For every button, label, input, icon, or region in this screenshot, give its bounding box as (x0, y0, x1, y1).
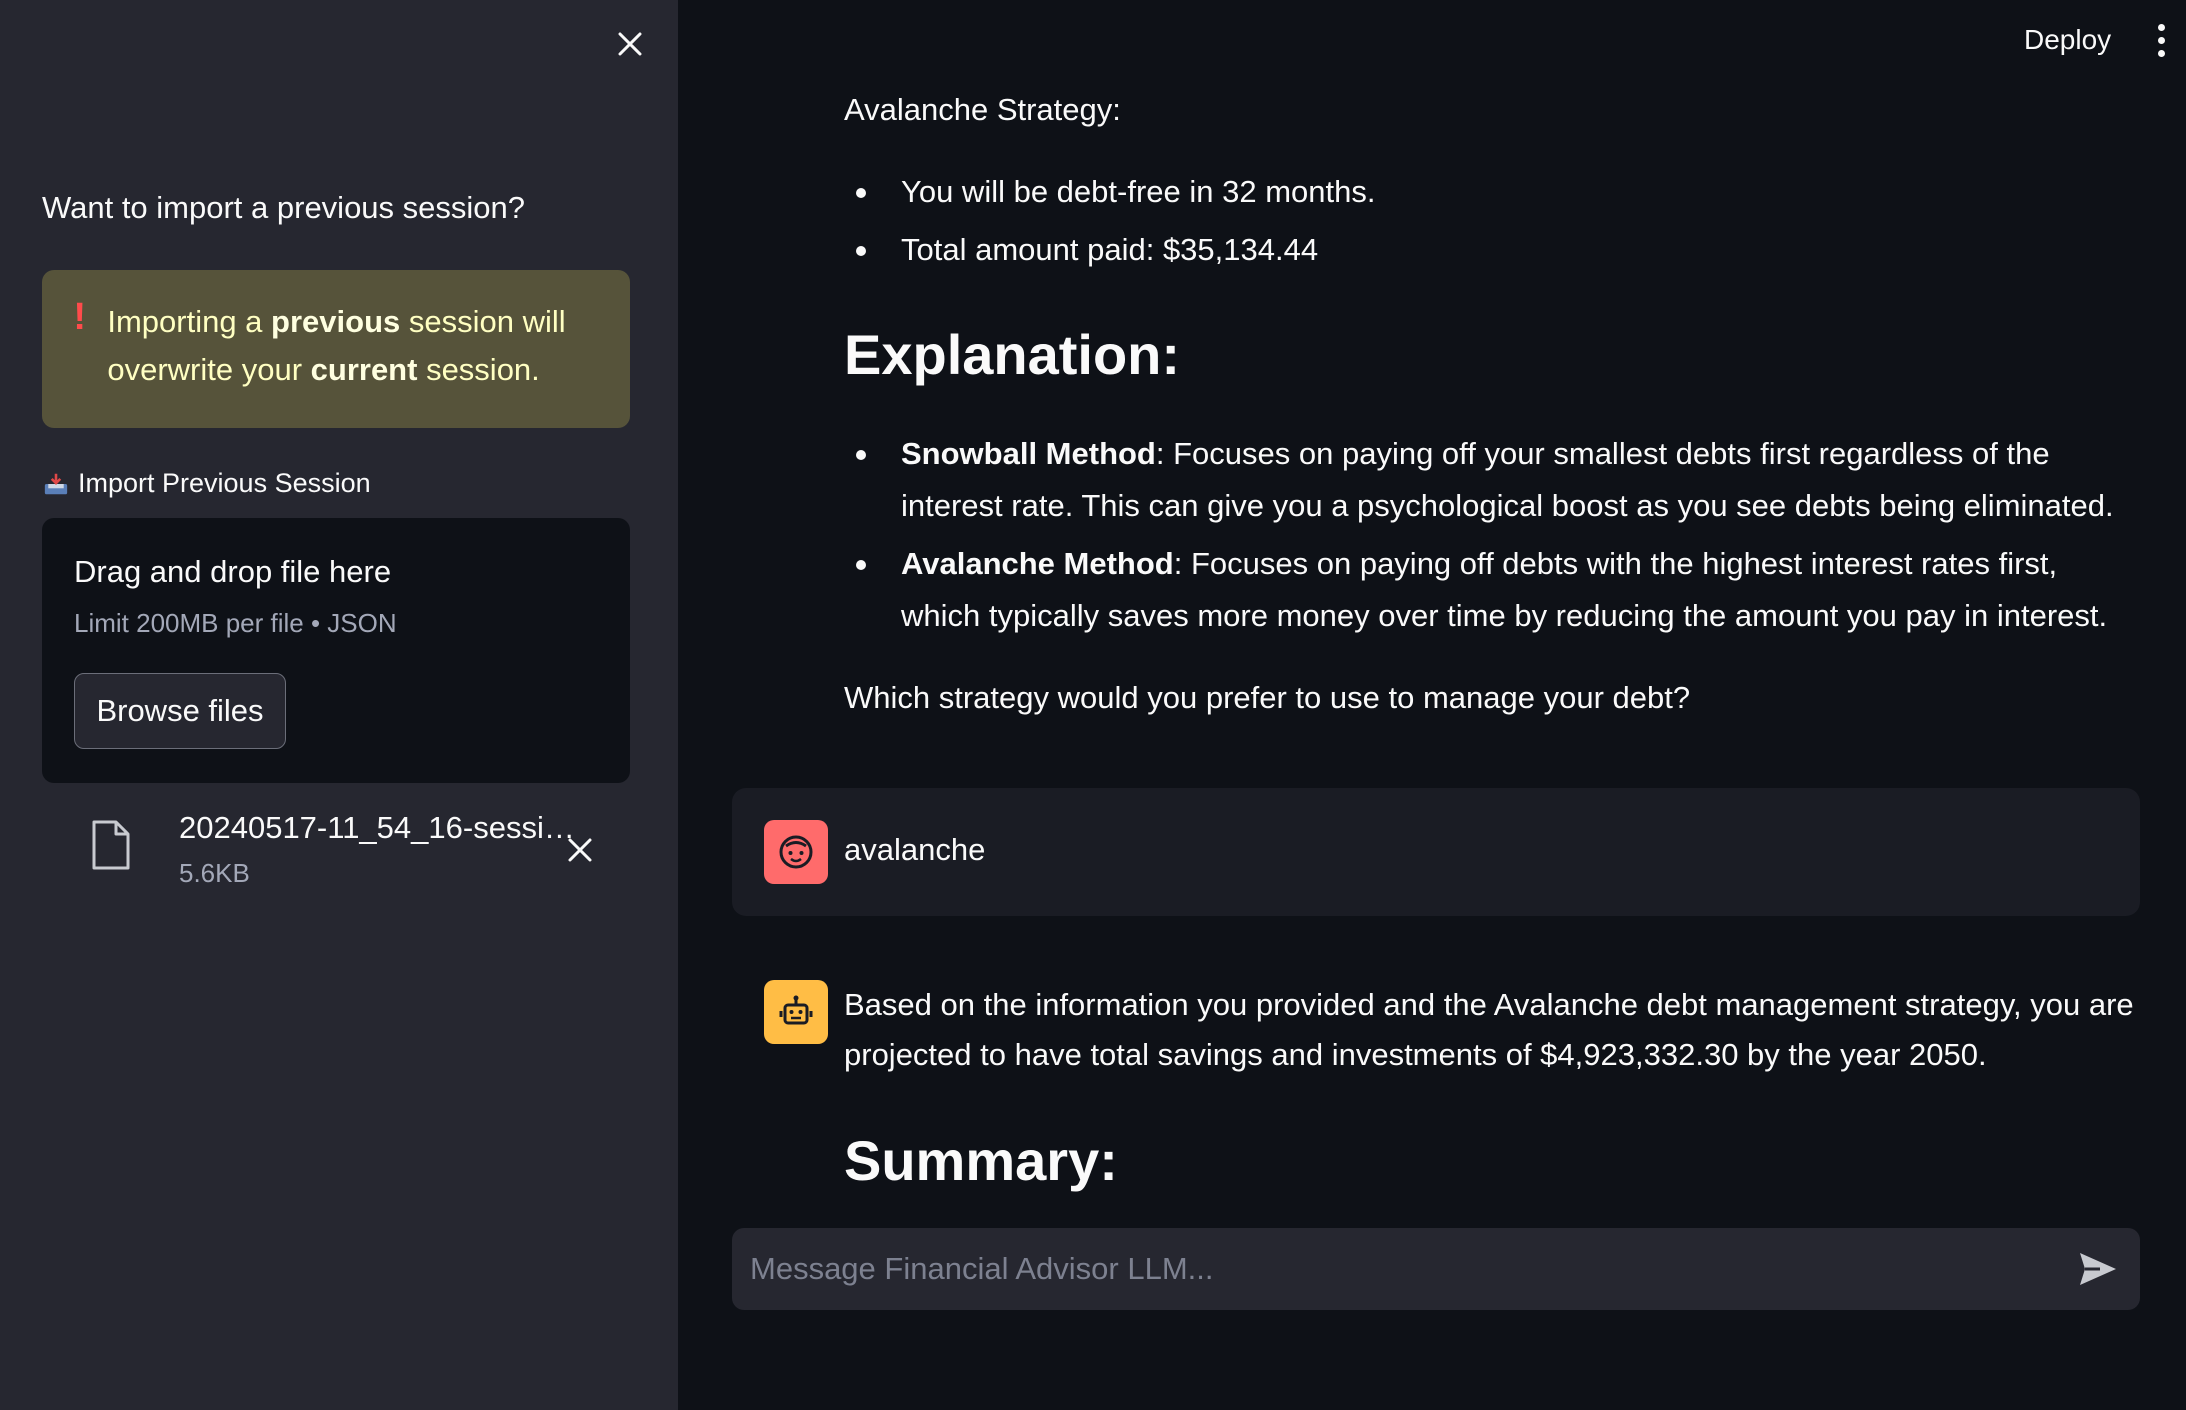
warning-alert: ! Importing a previous session will over… (42, 270, 630, 428)
user-message-text: avalanche (844, 832, 986, 867)
strategy-question: Which strategy would you prefer to use t… (844, 680, 1691, 715)
remove-file-button[interactable] (560, 830, 600, 870)
warning-text: Importing a previous session will overwr… (107, 304, 566, 387)
bot-avatar (764, 980, 828, 1044)
deploy-button[interactable]: Deploy (2010, 18, 2125, 62)
file-name: 20240517-11_54_16-sessi… (179, 810, 575, 845)
uploader-label: Import Previous Session (42, 468, 371, 499)
user-avatar (764, 820, 828, 884)
browse-files-button[interactable]: Browse files (74, 673, 286, 749)
sidebar: Want to import a previous session? ! Imp… (0, 0, 678, 1410)
list-item: Avalanche Method: Focuses on paying off … (844, 538, 2134, 642)
chat-input[interactable] (750, 1228, 2050, 1310)
file-dropzone[interactable]: Drag and drop file here Limit 200MB per … (42, 518, 630, 783)
explanation-list: Snowball Method: Focuses on paying off y… (844, 428, 2134, 642)
send-button[interactable] (2074, 1246, 2122, 1292)
user-face-icon (779, 835, 813, 869)
import-heading: Want to import a previous session? (42, 190, 526, 225)
list-item: You will be debt-free in 32 months. (844, 166, 2134, 218)
send-icon (2080, 1253, 2116, 1285)
exclamation-icon: ! (73, 296, 86, 338)
file-icon (92, 820, 130, 870)
list-item: Total amount paid: $35,134.44 (844, 224, 2134, 276)
list-item: Snowball Method: Focuses on paying off y… (844, 428, 2134, 532)
kebab-menu-icon[interactable] (2146, 18, 2176, 62)
avalanche-list: You will be debt-free in 32 months. Tota… (844, 166, 2134, 276)
robot-icon (779, 995, 813, 1025)
close-icon (618, 32, 642, 56)
file-size: 5.6KB (179, 858, 250, 888)
inbox-tray-icon (44, 473, 68, 494)
explanation-heading: Explanation: (844, 323, 1181, 386)
avalanche-heading: Avalanche Strategy: (844, 92, 1121, 127)
summary-heading: Summary: (844, 1129, 1118, 1192)
bot-message-text: Based on the information you provided an… (844, 987, 2134, 1072)
dropzone-limit: Limit 200MB per file • JSON (74, 608, 397, 638)
user-message: avalanche (732, 788, 2140, 916)
app: Want to import a previous session? ! Imp… (0, 0, 2186, 1410)
sidebar-close-button[interactable] (610, 24, 650, 64)
chat-input-container (732, 1228, 2140, 1310)
uploaded-file: 20240517-11_54_16-sessi… 5.6KB (42, 800, 630, 900)
close-icon (568, 838, 592, 862)
dropzone-title: Drag and drop file here (74, 554, 392, 589)
